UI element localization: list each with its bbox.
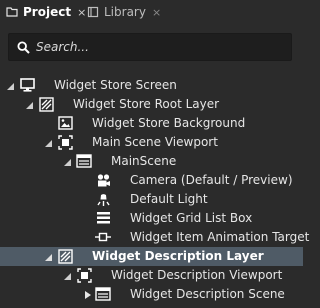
tree-item-label: Widget Description Scene: [130, 287, 285, 301]
tab-library[interactable]: Library ×: [87, 2, 161, 22]
tree-item-label: Widget Store Root Layer: [73, 97, 220, 111]
layer-icon: [38, 96, 54, 112]
tree-item-widget-grid-list-box[interactable]: Widget Grid List Box: [0, 209, 303, 228]
tree-item-label: Widget Description Layer: [92, 249, 264, 263]
tree-item-label: Default Light: [130, 192, 208, 206]
tree-item-camera[interactable]: Camera (Default / Preview): [0, 171, 303, 190]
tree-item-widget-store-root-layer[interactable]: Widget Store Root Layer: [0, 95, 303, 114]
expanded-arrow-icon[interactable]: [44, 139, 52, 147]
folder-icon: [6, 7, 18, 17]
camera-icon: [95, 172, 111, 188]
search-input[interactable]: [36, 40, 266, 54]
animation-target-icon: [95, 229, 111, 245]
tree-item-widget-store-screen[interactable]: Widget Store Screen: [0, 76, 303, 95]
collapsed-arrow-icon[interactable]: [84, 291, 92, 299]
layer-icon: [57, 248, 73, 264]
tree-item-label: Widget Item Animation Target: [130, 230, 310, 244]
viewport-icon: [57, 134, 73, 150]
expanded-arrow-icon[interactable]: [6, 82, 14, 90]
tree-item-widget-description-viewport[interactable]: Widget Description Viewport: [0, 266, 303, 285]
tree-item-default-light[interactable]: Default Light: [0, 190, 303, 209]
tree-item-label: Camera (Default / Preview): [130, 173, 293, 187]
tree-item-label: MainScene: [111, 154, 177, 168]
tree-item-label: Widget Description Viewport: [111, 268, 283, 282]
grid-list-icon: [95, 210, 111, 226]
tab-project-label: Project: [23, 5, 72, 19]
viewport-icon: [76, 267, 92, 283]
search-box: [8, 33, 292, 61]
tree-item-mainscene[interactable]: MainScene: [0, 152, 303, 171]
tree-item-label: Main Scene Viewport: [92, 135, 218, 149]
expanded-arrow-icon[interactable]: [44, 253, 52, 261]
tree-item-label: Widget Store Screen: [54, 78, 177, 92]
expanded-arrow-icon[interactable]: [25, 101, 33, 109]
tab-project[interactable]: Project ×: [6, 2, 86, 22]
tab-bar: Project × Library ×: [0, 0, 303, 24]
book-icon: [87, 6, 99, 18]
expanded-arrow-icon[interactable]: [63, 158, 71, 166]
close-icon[interactable]: ×: [77, 6, 86, 19]
light-icon: [95, 191, 111, 207]
tree-item-widget-store-background[interactable]: Widget Store Background: [0, 114, 303, 133]
monitor-icon: [19, 77, 35, 93]
scene-icon: [95, 286, 111, 302]
tree-item-widget-description-layer[interactable]: Widget Description Layer: [0, 247, 303, 266]
expanded-arrow-icon[interactable]: [63, 272, 71, 280]
close-icon[interactable]: ×: [152, 6, 161, 19]
tree-item-widget-description-scene[interactable]: Widget Description Scene: [0, 285, 303, 304]
tree-item-main-scene-viewport[interactable]: Main Scene Viewport: [0, 133, 303, 152]
search-icon: [17, 40, 30, 54]
scene-icon: [76, 153, 92, 169]
image-icon: [57, 115, 73, 131]
tab-library-label: Library: [104, 5, 146, 19]
tree-item-widget-item-animation-target[interactable]: Widget Item Animation Target: [0, 228, 309, 247]
tree-item-label: Widget Store Background: [92, 116, 246, 130]
tree-item-label: Widget Grid List Box: [130, 211, 253, 225]
